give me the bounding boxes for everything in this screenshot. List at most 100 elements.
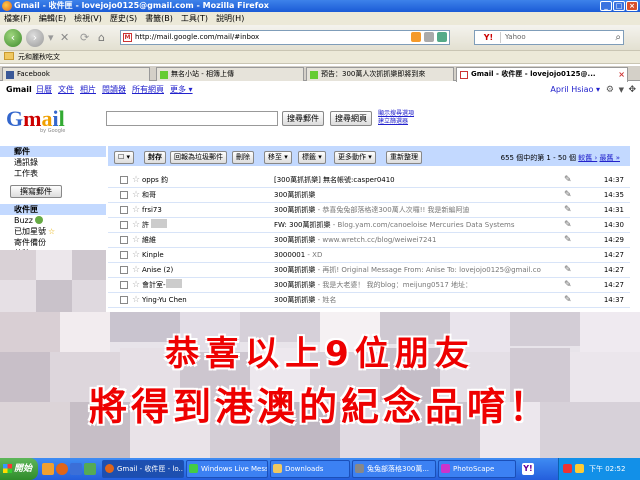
star-icon[interactable]: ☆ bbox=[132, 218, 140, 233]
email-row[interactable]: ☆ frsi73 300萬抓抓樂 - 恭喜兔兔部落格達300萬人次囉!! 我是新… bbox=[108, 203, 630, 218]
email-row[interactable]: ☆ Ying-Yu Chen 300萬抓抓樂 - 姓名 ✎ 14:37 bbox=[108, 293, 630, 308]
search-icon[interactable]: ⌕ bbox=[615, 31, 621, 44]
create-filter-link[interactable]: 建立篩選器 bbox=[378, 118, 414, 126]
maximize-button[interactable]: □ bbox=[613, 1, 625, 11]
star-icon[interactable]: ☆ bbox=[132, 278, 140, 293]
email-row[interactable]: ☆ 許 FW: 300萬抓抓樂 - Blog.yam.com/canoelois… bbox=[108, 218, 630, 233]
more-actions-button[interactable]: 更多動作 ▾ bbox=[334, 151, 376, 164]
move-to-button[interactable]: 移至 ▾ bbox=[264, 151, 292, 164]
sidebar-item-contacts[interactable]: 通訊錄 bbox=[0, 157, 106, 168]
refresh-button[interactable]: 重新整理 bbox=[386, 151, 422, 164]
addon-icon[interactable] bbox=[437, 32, 447, 42]
rss-icon[interactable] bbox=[411, 32, 421, 42]
row-checkbox[interactable] bbox=[120, 176, 128, 184]
star-icon[interactable]: ☆ bbox=[132, 188, 140, 203]
bookmark-item[interactable]: 元和麗秋吃文 bbox=[18, 53, 60, 61]
taskbar-item-gmail[interactable]: Gmail - 收件匣 - lo... bbox=[102, 460, 184, 478]
show-search-options-link[interactable]: 顯示搜尋選項 bbox=[378, 110, 414, 118]
star-icon[interactable]: ☆ bbox=[132, 248, 140, 263]
reload-icon[interactable]: ⟳ bbox=[80, 32, 89, 44]
menu-file[interactable]: 檔案(F) bbox=[4, 12, 31, 25]
row-checkbox[interactable] bbox=[120, 206, 128, 214]
stop-icon[interactable]: ✕ bbox=[60, 32, 69, 44]
star-icon[interactable]: ☆ bbox=[132, 173, 140, 188]
home-icon[interactable]: ⌂ bbox=[98, 32, 105, 44]
row-checkbox[interactable] bbox=[120, 191, 128, 199]
yahoo-icon[interactable]: Y! bbox=[522, 463, 534, 475]
menu-tools[interactable]: 工具(T) bbox=[181, 12, 208, 25]
tab-wretch[interactable]: 無名小站 - 相簿上傳 bbox=[156, 67, 304, 81]
taskbar-item-blog[interactable]: 兔兔部落格300萬... bbox=[352, 460, 436, 478]
user-account[interactable]: April Hsiao ▾ bbox=[550, 83, 600, 97]
star-icon[interactable]: ☆ bbox=[132, 293, 140, 308]
search-box[interactable]: Y! Yahoo ⌕ bbox=[474, 30, 624, 45]
back-button[interactable]: ‹ bbox=[4, 29, 22, 47]
row-checkbox[interactable] bbox=[120, 266, 128, 274]
row-checkbox[interactable] bbox=[120, 296, 128, 304]
row-checkbox[interactable] bbox=[120, 236, 128, 244]
row-checkbox[interactable] bbox=[120, 221, 128, 229]
email-row[interactable]: ☆ Anise (2) 300萬抓抓樂 - 再抓! Original Messa… bbox=[108, 263, 630, 278]
mail-search-input[interactable] bbox=[106, 111, 278, 126]
link-photos[interactable]: 相片 bbox=[80, 83, 96, 97]
email-row[interactable]: ☆ opps 鈞 [300萬抓抓樂] 無名帳號:casper0410 ✎ 14:… bbox=[108, 173, 630, 188]
menu-history[interactable]: 歷史(S) bbox=[110, 12, 137, 25]
gmail-brand[interactable]: Gmail bbox=[6, 83, 32, 97]
quicklaunch-folder-icon[interactable] bbox=[42, 463, 54, 475]
sidebar-item-sent[interactable]: 寄件備份 bbox=[0, 237, 106, 248]
archive-button[interactable]: 封存 bbox=[144, 151, 166, 164]
sidebar-item-tasks[interactable]: 工作表 bbox=[0, 168, 106, 179]
sidebar-item-inbox[interactable]: 收件匣 bbox=[0, 204, 106, 215]
email-row[interactable]: ☆ 和哥 300萬抓抓樂 ✎ 14:35 bbox=[108, 188, 630, 203]
email-row[interactable]: ☆ 維維 300萬抓抓樂 - www.wretch.cc/blog/weiwei… bbox=[108, 233, 630, 248]
oldest-link[interactable]: 最舊 » bbox=[599, 154, 620, 162]
link-docs[interactable]: 文件 bbox=[58, 83, 74, 97]
expand-icon[interactable]: ✥ bbox=[628, 83, 636, 97]
taskbar-item-messenger[interactable]: Windows Live Mess... bbox=[186, 460, 268, 478]
sidebar-item-buzz[interactable]: Buzz bbox=[0, 215, 106, 226]
select-dropdown[interactable]: ☐ ▾ bbox=[114, 151, 135, 164]
row-checkbox[interactable] bbox=[120, 281, 128, 289]
bookmark-star-icon[interactable] bbox=[424, 32, 434, 42]
search-mail-button[interactable]: 搜尋郵件 bbox=[282, 111, 324, 126]
menu-view[interactable]: 檢視(V) bbox=[74, 12, 102, 25]
search-web-button[interactable]: 搜尋網頁 bbox=[330, 111, 372, 126]
tab-facebook[interactable]: Facebook bbox=[2, 67, 150, 81]
menu-help[interactable]: 說明(H) bbox=[216, 12, 244, 25]
tab-close-icon[interactable]: × bbox=[618, 68, 625, 81]
email-row[interactable]: ☆ 會計室- 300萬抓抓樂 - 我是大老婆！ 我的blog：meijung05… bbox=[108, 278, 630, 293]
older-link[interactable]: 較舊 › bbox=[578, 154, 597, 162]
link-calendar[interactable]: 日曆 bbox=[36, 83, 52, 97]
chevron-down-icon[interactable]: ▼ bbox=[619, 83, 624, 97]
url-bar[interactable]: M http://mail.google.com/mail/#inbox bbox=[120, 30, 450, 45]
tray-icon[interactable] bbox=[563, 464, 572, 473]
tab-gmail[interactable]: Gmail - 收件匣 - lovejojo0125@... × bbox=[456, 67, 628, 82]
dropdown-arrow-icon[interactable]: ▾ bbox=[48, 32, 54, 44]
link-reader[interactable]: 閱讀器 bbox=[102, 83, 126, 97]
star-icon[interactable]: ☆ bbox=[132, 263, 140, 278]
menu-bookmarks[interactable]: 書籤(B) bbox=[145, 12, 173, 25]
star-icon[interactable]: ☆ bbox=[132, 233, 140, 248]
link-web[interactable]: 所有網頁 bbox=[132, 83, 164, 97]
taskbar-item-photoscape[interactable]: PhotoScape bbox=[438, 460, 516, 478]
sidebar-item-starred[interactable]: 已加星號 ☆ bbox=[0, 226, 106, 237]
close-button[interactable]: × bbox=[626, 1, 638, 11]
star-icon[interactable]: ☆ bbox=[132, 203, 140, 218]
menu-edit[interactable]: 編輯(E) bbox=[39, 12, 66, 25]
sidebar-mail-header[interactable]: 郵件 bbox=[0, 146, 106, 157]
quicklaunch-ie-icon[interactable] bbox=[70, 463, 82, 475]
delete-button[interactable]: 刪除 bbox=[232, 151, 254, 164]
gear-icon[interactable]: ⚙ bbox=[606, 83, 614, 97]
quicklaunch-app-icon[interactable] bbox=[84, 463, 96, 475]
labels-button[interactable]: 標籤 ▾ bbox=[298, 151, 326, 164]
tray-icon[interactable] bbox=[575, 464, 584, 473]
gmail-logo[interactable]: Gmail by Google bbox=[6, 108, 68, 138]
email-row[interactable]: ☆ Kinple 3000001 - XD 14:27 bbox=[108, 248, 630, 263]
link-more[interactable]: 更多 ▾ bbox=[170, 83, 193, 97]
report-spam-button[interactable]: 回報為垃圾郵件 bbox=[170, 151, 227, 164]
taskbar-item-downloads[interactable]: Downloads bbox=[270, 460, 350, 478]
quicklaunch-firefox-icon[interactable] bbox=[56, 463, 68, 475]
start-button[interactable]: 開始 bbox=[0, 458, 38, 480]
compose-button[interactable]: 撰寫郵件 bbox=[10, 185, 62, 198]
yahoo-engine-icon[interactable]: Y! bbox=[477, 32, 501, 43]
